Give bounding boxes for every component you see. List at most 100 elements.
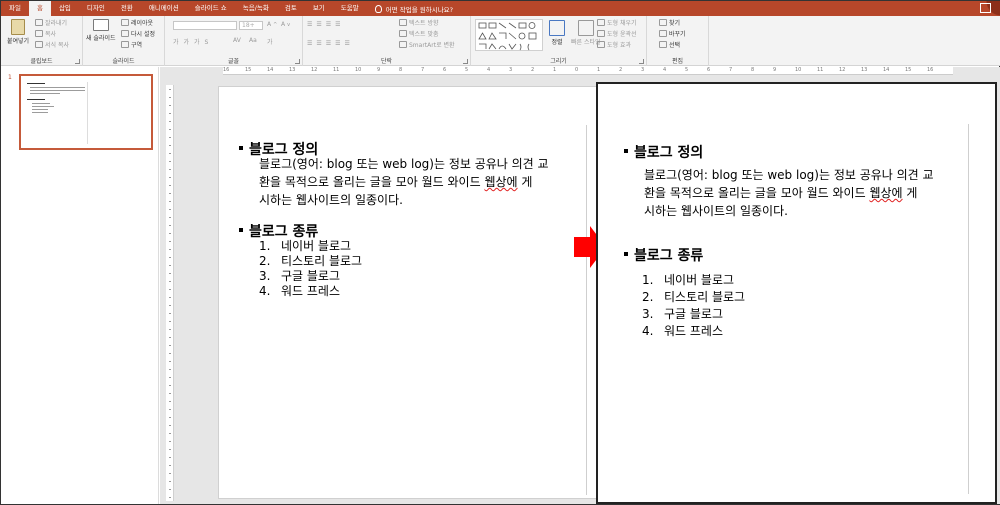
ruler-tick xyxy=(169,433,171,434)
ruler-tick xyxy=(169,441,171,442)
tab-transitions[interactable]: 전환 xyxy=(113,1,141,16)
ruler-tick xyxy=(169,457,171,458)
definition-line-1[interactable]: 블로그(영어: blog 또는 web log)는 정보 공유나 의견 교 xyxy=(259,155,549,173)
ruler-tick xyxy=(169,225,171,226)
comments-icon[interactable] xyxy=(980,3,991,13)
paragraph-launcher[interactable] xyxy=(463,59,468,64)
slide-thumbnail[interactable] xyxy=(19,74,153,150)
list-item[interactable]: 1. 네이버 블로그 xyxy=(642,271,734,288)
tab-slideshow[interactable]: 슬라이드 쇼 xyxy=(187,1,235,16)
heading-types[interactable]: 블로그 종류 xyxy=(624,245,703,265)
drawing-launcher[interactable] xyxy=(639,59,644,64)
smartart-button[interactable]: SmartArt로 변환 xyxy=(399,40,455,49)
section-button[interactable]: 구역 xyxy=(121,40,142,49)
align-icons[interactable]: ☰☰☰☰☰ xyxy=(307,40,354,47)
list-item[interactable]: 4. 워드 프레스 xyxy=(259,282,340,299)
font-size-combo[interactable]: 18+ xyxy=(239,21,263,30)
ruler-tick xyxy=(169,345,171,346)
tab-file[interactable]: 파일 xyxy=(1,1,29,16)
clipboard-group: 붙여넣기 잘라내기 복사 서식 복사 클립보드 xyxy=(1,16,83,66)
new-slide-button[interactable]: 새 슬라이드 xyxy=(86,19,116,42)
ruler-tick xyxy=(169,121,171,122)
ruler-label: 15 xyxy=(245,67,252,73)
cut-button[interactable]: 잘라내기 xyxy=(35,18,67,27)
list-item[interactable]: 3. 구글 블로그 xyxy=(642,305,723,322)
ruler-tick xyxy=(169,89,171,90)
clipboard-launcher[interactable] xyxy=(75,59,80,64)
ruler-tick xyxy=(169,369,171,370)
bullet-square-icon xyxy=(239,228,243,232)
list-item[interactable]: 2. 티스토리 블로그 xyxy=(642,288,745,305)
char-spacing-icon[interactable]: AV xyxy=(233,37,241,44)
font-name-combo[interactable] xyxy=(173,21,237,30)
heading-definition[interactable]: 블로그 정의 xyxy=(624,142,703,162)
ruler-label: 4 xyxy=(663,67,667,73)
ruler-label: 15 xyxy=(905,67,912,73)
arrange-button[interactable]: 정렬 xyxy=(549,20,565,46)
slide-canvas-right[interactable]: 블로그 정의 블로그(영어: blog 또는 web log)는 정보 공유나 … xyxy=(596,82,997,504)
grow-font-icon[interactable]: A ^ xyxy=(267,21,277,28)
tab-review[interactable]: 검토 xyxy=(277,1,305,16)
ruler-tick xyxy=(169,289,171,290)
tab-insert[interactable]: 삽입 xyxy=(51,1,79,16)
ruler-tick xyxy=(169,153,171,154)
definition-line-1[interactable]: 블로그(영어: blog 또는 web log)는 정보 공유나 의견 교 xyxy=(644,166,934,184)
ruler-tick xyxy=(169,257,171,258)
vertical-ruler xyxy=(166,85,174,501)
copy-button[interactable]: 복사 xyxy=(35,29,56,38)
tab-help[interactable]: 도움말 xyxy=(333,1,367,16)
definition-line-2[interactable]: 환을 목적으로 올리는 글을 모아 월드 와이드 웹상에 게 xyxy=(259,173,532,191)
layout-button[interactable]: 레이아웃 xyxy=(121,18,153,27)
ruler-tick xyxy=(169,273,171,274)
text-direction-button[interactable]: 텍스트 방향 xyxy=(399,18,439,27)
ruler-label: 2 xyxy=(531,67,535,73)
align-text-button[interactable]: 텍스트 맞춤 xyxy=(399,29,439,38)
font-format-icons[interactable]: 가가가S xyxy=(173,37,213,46)
font-launcher[interactable] xyxy=(295,59,300,64)
shrink-font-icon[interactable]: Av xyxy=(281,21,290,28)
ruler-tick xyxy=(169,321,171,322)
tab-animations[interactable]: 애니메이션 xyxy=(141,1,187,16)
textbox-edge xyxy=(586,125,587,495)
ruler-label: 11 xyxy=(333,67,340,73)
lightbulb-icon xyxy=(374,4,382,13)
font-color-icon[interactable]: 가 xyxy=(267,37,273,46)
definition-line-3[interactable]: 시하는 웹사이트의 일종이다. xyxy=(259,191,403,209)
replace-button[interactable]: 바꾸기 xyxy=(659,29,686,38)
shape-effects-button[interactable]: 도형 효과 xyxy=(597,40,631,49)
section-icon xyxy=(121,41,129,48)
shape-fill-button[interactable]: 도형 채우기 xyxy=(597,18,637,27)
reset-button[interactable]: 다시 설정 xyxy=(121,29,155,38)
horizontal-ruler: 16 15 14 13 12 11 10 9 8 7 6 5 4 3 2 1 0 1 2 3 4 5 6 7 8 9 10 11 12 1… xyxy=(223,67,953,75)
format-painter-button[interactable]: 서식 복사 xyxy=(35,40,69,49)
paste-button[interactable]: 붙여넣기 xyxy=(7,19,29,45)
tab-design[interactable]: 디자인 xyxy=(79,1,113,16)
change-case-icon[interactable]: Aa xyxy=(249,37,257,44)
list-icons[interactable]: ☰☰☰☰ xyxy=(307,21,345,28)
tell-me-box[interactable]: 어떤 작업을 원하시나요? xyxy=(374,4,453,14)
select-button[interactable]: 선택 xyxy=(659,40,680,49)
definition-line-3[interactable]: 시하는 웹사이트의 일종이다. xyxy=(644,202,788,220)
bullet-square-icon xyxy=(624,149,628,153)
thumbnail-number: 1 xyxy=(8,74,12,81)
slide-canvas-left[interactable]: 블로그 정의 블로그(영어: blog 또는 web log)는 정보 공유나 … xyxy=(218,86,598,499)
slide-thumbnail-pane[interactable]: 1 xyxy=(1,67,159,504)
list-item[interactable]: 4. 워드 프레스 xyxy=(642,322,723,339)
tab-home[interactable]: 홈 xyxy=(28,1,51,16)
pen-icon xyxy=(597,30,605,37)
ruler-tick xyxy=(169,425,171,426)
shapes-gallery[interactable] xyxy=(475,19,543,51)
tab-view[interactable]: 보기 xyxy=(305,1,333,16)
paragraph-group: ☰☰☰☰ ☰☰☰☰☰ 텍스트 방향 텍스트 맞춤 SmartArt로 변환 단락 xyxy=(303,16,471,66)
find-button[interactable]: 찾기 xyxy=(659,18,680,27)
ruler-tick xyxy=(169,305,171,306)
shape-outline-button[interactable]: 도형 윤곽선 xyxy=(597,29,637,38)
slides-group: 새 슬라이드 레이아웃 다시 설정 구역 슬라이드 xyxy=(83,16,165,66)
definition-line-2[interactable]: 환을 목적으로 올리는 글을 모아 월드 와이드 웹상에 게 xyxy=(644,184,917,202)
font-group: 18+ A ^ Av 가가가S AV Aa 가 글꼴 xyxy=(165,16,303,66)
reset-icon xyxy=(121,30,129,37)
tab-record[interactable]: 녹음/녹화 xyxy=(235,1,277,16)
ruler-label: 7 xyxy=(421,67,425,73)
new-slide-icon xyxy=(92,19,109,31)
ruler-tick xyxy=(169,473,171,474)
